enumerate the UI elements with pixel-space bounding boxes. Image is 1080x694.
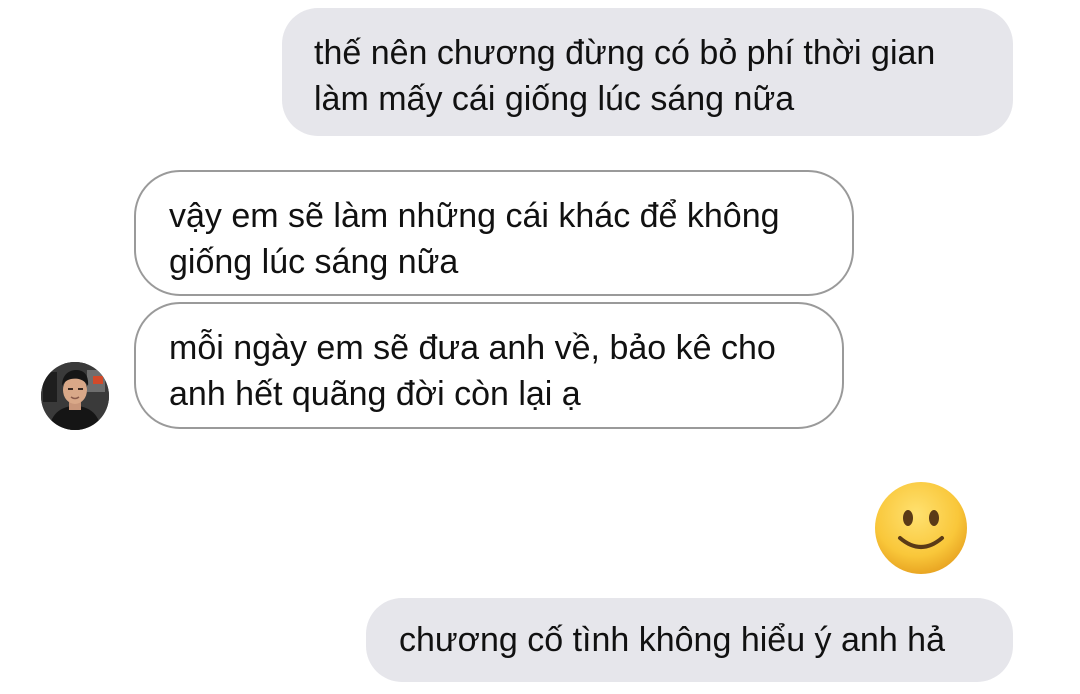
contact-avatar[interactable] [41,362,109,430]
incoming-message-bubble[interactable]: vậy em sẽ làm những cái khác để không gi… [134,170,854,296]
outgoing-message-bubble[interactable]: chương cố tình không hiểu ý anh hả [366,598,1013,682]
emoji-graphic [875,482,967,574]
slightly-smiling-face-icon[interactable] [873,480,969,576]
avatar-photo [41,362,109,430]
outgoing-message-bubble[interactable]: thế nên chương đừng có bỏ phí thời gian … [282,8,1013,136]
incoming-message-bubble[interactable]: mỗi ngày em sẽ đưa anh về, bảo kê cho an… [134,302,844,429]
